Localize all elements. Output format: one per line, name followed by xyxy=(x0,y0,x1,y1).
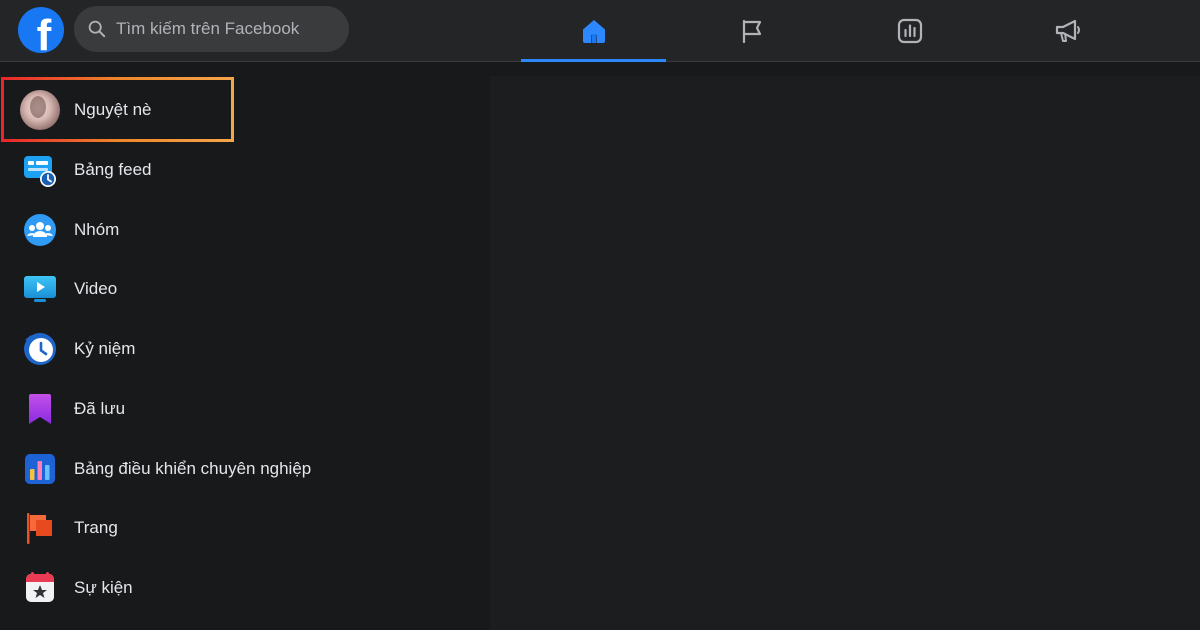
pages-icon xyxy=(27,513,52,544)
tab-ads[interactable] xyxy=(995,0,1140,62)
groups-icon xyxy=(24,214,56,246)
highlight-box xyxy=(1,77,234,142)
search-box[interactable]: Tìm kiếm trên Facebook xyxy=(74,6,349,52)
facebook-logo[interactable]: f xyxy=(18,7,64,53)
saved-icon xyxy=(29,394,51,424)
sidebar-item-label: Bảng feed xyxy=(74,160,152,179)
flag-icon xyxy=(742,19,761,44)
tab-insights[interactable] xyxy=(837,0,982,62)
main-content-area xyxy=(490,76,1200,630)
sidebar-item-label: Kỷ niệm xyxy=(74,339,136,358)
sidebar-item-label: Video xyxy=(74,279,118,298)
chart-icon xyxy=(897,18,922,44)
video-icon xyxy=(24,276,56,302)
top-navigation-bar: f Tìm kiếm trên Facebook xyxy=(0,0,1200,62)
sidebar-item-saved[interactable]: Đã lưu xyxy=(0,381,480,437)
megaphone-icon xyxy=(1055,19,1080,42)
search-input[interactable]: Tìm kiếm trên Facebook xyxy=(116,19,299,39)
sidebar-item-video[interactable]: Video xyxy=(0,261,480,317)
sidebar-item-label: Đã lưu xyxy=(74,399,126,418)
sidebar-item-professional-dashboard[interactable]: Bảng điều khiển chuyên nghiệp xyxy=(0,441,480,497)
dashboard-icon xyxy=(25,454,55,484)
sidebar-item-events[interactable]: Sự kiện xyxy=(0,560,480,616)
sidebar-item-label: Bảng điều khiển chuyên nghiệp xyxy=(74,459,312,478)
facebook-logo-letter: f xyxy=(36,11,52,54)
sidebar-item-groups[interactable]: Nhóm xyxy=(0,202,480,258)
sidebar-item-pages[interactable]: Trang xyxy=(0,500,480,556)
events-icon xyxy=(26,572,54,602)
sidebar-item-label: Trang xyxy=(74,518,118,537)
tab-home[interactable] xyxy=(521,0,666,62)
sidebar-item-memories[interactable]: Kỷ niệm xyxy=(0,321,480,377)
sidebar-item-label: Nhóm xyxy=(74,220,120,239)
feed-icon xyxy=(24,156,56,187)
search-icon xyxy=(88,20,106,38)
tab-pages[interactable] xyxy=(679,0,824,62)
sidebar-item-label: Sự kiện xyxy=(74,578,133,597)
home-icon xyxy=(582,20,605,43)
memories-icon xyxy=(24,333,56,365)
sidebar-item-feed[interactable]: Bảng feed xyxy=(0,142,480,198)
